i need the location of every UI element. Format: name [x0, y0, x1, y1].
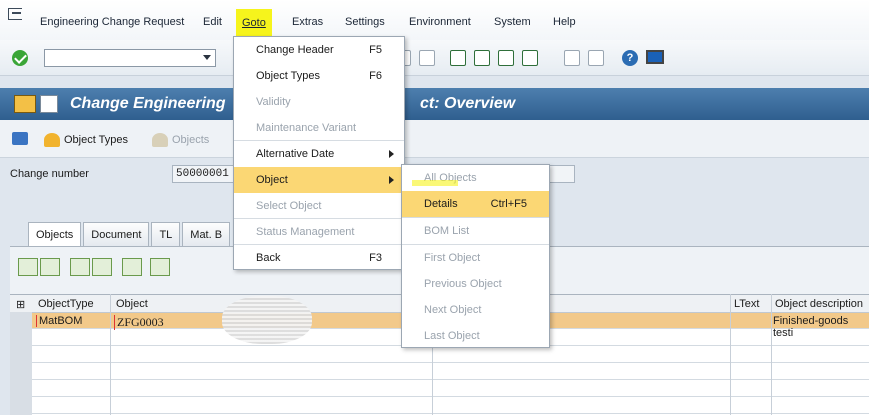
layout-menu-icon[interactable] — [646, 50, 664, 64]
menu-item-bom-list[interactable]: BOM List — [402, 218, 549, 244]
application-toolbar — [0, 120, 869, 158]
deselect-all-icon[interactable] — [92, 258, 112, 276]
menu-item-next-object[interactable]: Next Object — [402, 297, 549, 323]
menu-item-alternative-date[interactable]: Alternative Date — [234, 141, 404, 167]
menu-item-back[interactable]: Back F3 — [234, 245, 404, 271]
table-row[interactable] — [32, 381, 869, 397]
menu-item-object[interactable]: Object — [234, 167, 404, 193]
menu-item-details[interactable]: Details Ctrl+F5 — [402, 191, 549, 217]
menu-item-object-types[interactable]: Object Types F6 — [234, 63, 404, 89]
table-row[interactable] — [32, 347, 869, 363]
objects-icon — [152, 133, 168, 147]
menu-item-status-management[interactable]: Status Management — [234, 219, 404, 245]
print-icon[interactable] — [12, 132, 28, 145]
menu-item-maintenance-variant[interactable]: Maintenance Variant — [234, 115, 404, 141]
menu-environment[interactable]: Environment — [409, 16, 471, 28]
standard-toolbar: ? — [0, 40, 869, 76]
find-next-icon[interactable] — [419, 50, 435, 66]
column-divider — [110, 294, 111, 415]
refresh-icon[interactable] — [150, 258, 170, 276]
next-page-icon[interactable] — [498, 50, 514, 66]
shortcut-icon[interactable] — [588, 50, 604, 66]
redacted-area — [222, 296, 312, 344]
tab-strip: Objects Document TL Mat. B — [28, 222, 232, 246]
menu-help[interactable]: Help — [553, 16, 576, 28]
column-divider — [730, 294, 731, 415]
previous-page-icon[interactable] — [474, 50, 490, 66]
delete-row-icon[interactable] — [40, 258, 60, 276]
help-icon[interactable]: ? — [622, 50, 638, 66]
enter-icon[interactable] — [12, 50, 28, 66]
object-submenu: All Objects Details Ctrl+F5 BOM List Firs… — [401, 164, 550, 348]
cell-object[interactable]: ZFG0003 — [114, 315, 164, 330]
tab-mat-bom[interactable]: Mat. B — [182, 222, 231, 246]
menu-edit[interactable]: Edit — [203, 16, 222, 28]
menu-extras[interactable]: Extras — [292, 16, 323, 28]
menu-item-previous-object[interactable]: Previous Object — [402, 271, 549, 297]
menu-item-validity[interactable]: Validity — [234, 89, 404, 115]
change-number-field[interactable]: 50000001 — [172, 165, 242, 183]
col-ltext[interactable]: LText — [734, 298, 759, 310]
tab-tl[interactable]: TL — [151, 222, 181, 246]
col-object-description[interactable]: Object description — [775, 298, 863, 310]
objects-button[interactable]: Objects — [152, 133, 209, 147]
tab-objects[interactable]: Objects — [28, 222, 82, 246]
menu-icon[interactable] — [40, 95, 58, 113]
new-session-icon[interactable] — [564, 50, 580, 66]
page-title-end: ct: Overview — [420, 95, 516, 112]
menu-item-first-object[interactable]: First Object — [402, 245, 549, 271]
first-page-icon[interactable] — [450, 50, 466, 66]
select-all-icon[interactable] — [70, 258, 90, 276]
row-selector-column[interactable] — [10, 312, 32, 415]
goto-menu: Change Header F5 Object Types F6 Validity … — [233, 36, 405, 270]
menu-settings[interactable]: Settings — [345, 16, 385, 28]
table-row[interactable] — [32, 398, 869, 414]
insert-row-icon[interactable] — [18, 258, 38, 276]
detail-icon[interactable] — [122, 258, 142, 276]
submenu-arrow-icon — [389, 176, 394, 184]
title-bar: Change Engineering ct: Overview — [0, 88, 869, 120]
highlight-mark — [412, 180, 458, 186]
menu-item-last-object[interactable]: Last Object — [402, 323, 549, 349]
menu-item-select-object[interactable]: Select Object — [234, 193, 404, 219]
object-types-icon — [44, 133, 60, 147]
table-settings-icon[interactable]: ⊞ — [16, 298, 25, 311]
transaction-icon — [14, 95, 36, 113]
page-title: Change Engineering — [70, 95, 226, 112]
menu-item-all-objects[interactable]: All Objects — [402, 165, 549, 191]
chevron-down-icon[interactable] — [203, 55, 211, 60]
col-object[interactable]: Object — [116, 298, 148, 310]
menu-bar: Engineering Change Request Edit Goto Ext… — [0, 0, 869, 40]
submenu-arrow-icon — [389, 150, 394, 158]
change-number-label: Change number — [10, 168, 89, 180]
exit-icon[interactable] — [8, 8, 22, 20]
col-object-type[interactable]: ObjectType — [38, 298, 94, 310]
menu-system[interactable]: System — [494, 16, 531, 28]
last-page-icon[interactable] — [522, 50, 538, 66]
menu-item-change-header[interactable]: Change Header F5 — [234, 37, 404, 63]
menu-goto[interactable]: Goto — [236, 9, 272, 37]
cell-object-type[interactable]: MatBOM — [36, 315, 82, 327]
table-row[interactable] — [32, 364, 869, 380]
tab-document[interactable]: Document — [83, 222, 150, 246]
menu-engineering-change-request[interactable]: Engineering Change Request — [40, 16, 184, 28]
column-divider — [771, 294, 772, 415]
command-field[interactable] — [44, 49, 216, 67]
object-types-button[interactable]: Object Types — [44, 133, 128, 147]
